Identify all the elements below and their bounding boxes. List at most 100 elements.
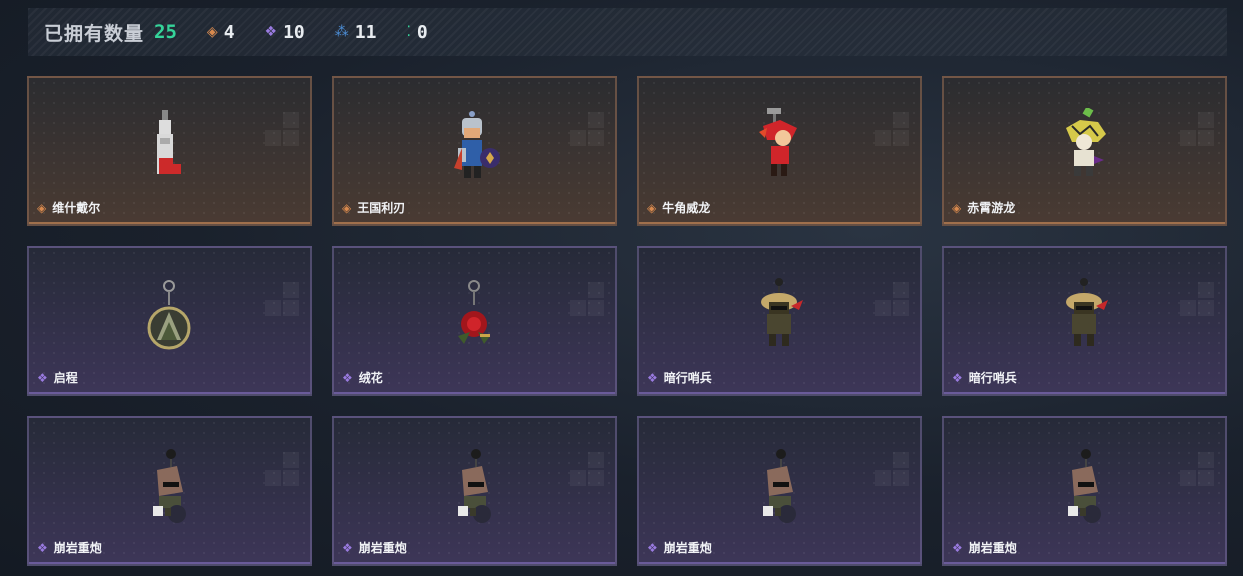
card-footer: ❖ 崩岩重炮	[952, 539, 1017, 556]
pendant-card[interactable]: ◈ 牛角威龙	[637, 76, 922, 226]
decor-square	[893, 130, 909, 146]
pendant-card[interactable]: ❖ 启程	[27, 246, 312, 396]
decor-square	[1180, 300, 1196, 316]
card-footer: ❖ 崩岩重炮	[342, 539, 407, 556]
orange-rarity-icon: ◈	[647, 200, 657, 215]
decor-square	[1198, 112, 1214, 128]
card-footer: ❖ 崩岩重炮	[647, 539, 712, 556]
pendant-image	[440, 448, 510, 538]
pendant-name: 暗行哨兵	[663, 371, 712, 385]
counter-blue-value: 11	[354, 21, 377, 43]
decor-square	[1198, 282, 1214, 298]
card-footer: ◈ 牛角威龙	[647, 199, 710, 216]
decor-square	[283, 282, 299, 298]
purple-rarity-icon: ❖	[342, 540, 353, 555]
pendant-image	[1050, 106, 1120, 198]
pendant-card[interactable]: ❖ 崩岩重炮	[637, 416, 922, 566]
decor-square	[588, 300, 604, 316]
counter-green: ⁚ 0	[406, 22, 427, 43]
pendant-name: 王国利刃	[357, 201, 406, 215]
pendant-name: 崩岩重炮	[968, 541, 1017, 555]
pendant-card[interactable]: ❖ 暗行哨兵	[942, 246, 1227, 396]
pendant-name: 暗行哨兵	[968, 371, 1017, 385]
pendant-image	[745, 448, 815, 538]
counter-blue: ⁂ 11	[335, 22, 377, 43]
decor-square	[283, 130, 299, 146]
pendant-name: 启程	[53, 371, 78, 385]
counter-purple: ❖ 10	[265, 22, 305, 43]
pendant-card[interactable]: ❖ 崩岩重炮	[942, 416, 1227, 566]
decor-square	[570, 130, 586, 146]
owned-total-count: 25	[154, 21, 177, 43]
pendant-image	[440, 278, 510, 368]
decor-square	[875, 300, 891, 316]
pendant-image	[1050, 278, 1120, 368]
decor-square	[265, 470, 281, 486]
card-footer: ◈ 王国利刃	[342, 199, 405, 216]
pendant-card[interactable]: ❖ 绒花	[332, 246, 617, 396]
decor-square	[588, 470, 604, 486]
decor-square	[893, 470, 909, 486]
orange-rarity-icon: ◈	[37, 200, 47, 215]
counter-green-value: 0	[416, 21, 428, 43]
decor-square	[283, 300, 299, 316]
decor-square	[1198, 130, 1214, 146]
purple-rarity-icon: ❖	[342, 370, 353, 385]
decor-square	[893, 112, 909, 128]
card-footer: ❖ 绒花	[342, 369, 383, 386]
pendant-image	[135, 278, 205, 368]
counter-orange-value: 4	[223, 21, 235, 43]
decor-square	[893, 452, 909, 468]
pendant-card[interactable]: ◈ 维什戴尔	[27, 76, 312, 226]
decor-square	[283, 112, 299, 128]
pendant-image	[1050, 448, 1120, 538]
card-footer: ◈ 维什戴尔	[37, 199, 100, 216]
decor-square	[265, 130, 281, 146]
purple-rarity-icon: ❖	[37, 540, 48, 555]
pendant-name: 赤霄游龙	[967, 201, 1016, 215]
purple-rarity-icon: ❖	[952, 540, 963, 555]
decor-square	[893, 300, 909, 316]
decor-square	[875, 130, 891, 146]
pendant-card[interactable]: ❖ 崩岩重炮	[27, 416, 312, 566]
decor-square	[588, 282, 604, 298]
pendant-name: 维什戴尔	[52, 201, 101, 215]
pendant-name: 崩岩重炮	[358, 541, 407, 555]
pendant-image	[135, 448, 205, 538]
blue-cluster-icon: ⁂	[334, 24, 349, 40]
purple-rarity-icon: ❖	[647, 540, 658, 555]
decor-square	[875, 470, 891, 486]
purple-rarity-icon: ❖	[952, 370, 963, 385]
card-footer: ❖ 崩岩重炮	[37, 539, 102, 556]
card-footer: ❖ 暗行哨兵	[647, 369, 712, 386]
pendant-card[interactable]: ❖ 暗行哨兵	[637, 246, 922, 396]
decor-square	[570, 470, 586, 486]
decor-square	[1198, 470, 1214, 486]
purple-diamond-icon: ❖	[264, 24, 278, 40]
card-footer: ❖ 启程	[37, 369, 78, 386]
orange-rarity-icon: ◈	[952, 200, 962, 215]
card-footer: ❖ 暗行哨兵	[952, 369, 1017, 386]
purple-rarity-icon: ❖	[37, 370, 48, 385]
pendant-image	[745, 108, 815, 198]
pendant-card[interactable]: ❖ 崩岩重炮	[332, 416, 617, 566]
decor-square	[1198, 452, 1214, 468]
decor-square	[893, 282, 909, 298]
pendant-image	[440, 108, 510, 198]
decor-square	[1180, 470, 1196, 486]
purple-rarity-icon: ❖	[647, 370, 658, 385]
pendant-name: 崩岩重炮	[53, 541, 102, 555]
pendant-image	[745, 278, 815, 368]
decor-square	[570, 300, 586, 316]
pendant-image	[135, 108, 205, 198]
decor-square	[1180, 130, 1196, 146]
decor-square	[588, 112, 604, 128]
decor-square	[588, 452, 604, 468]
decor-square	[265, 300, 281, 316]
orange-rarity-icon: ◈	[342, 200, 352, 215]
decor-square	[283, 452, 299, 468]
green-dots-icon: ⁚	[406, 24, 411, 40]
pendant-card[interactable]: ◈ 赤霄游龙	[942, 76, 1227, 226]
pendant-card[interactable]: ◈ 王国利刃	[332, 76, 617, 226]
pendant-name: 牛角威龙	[662, 201, 711, 215]
